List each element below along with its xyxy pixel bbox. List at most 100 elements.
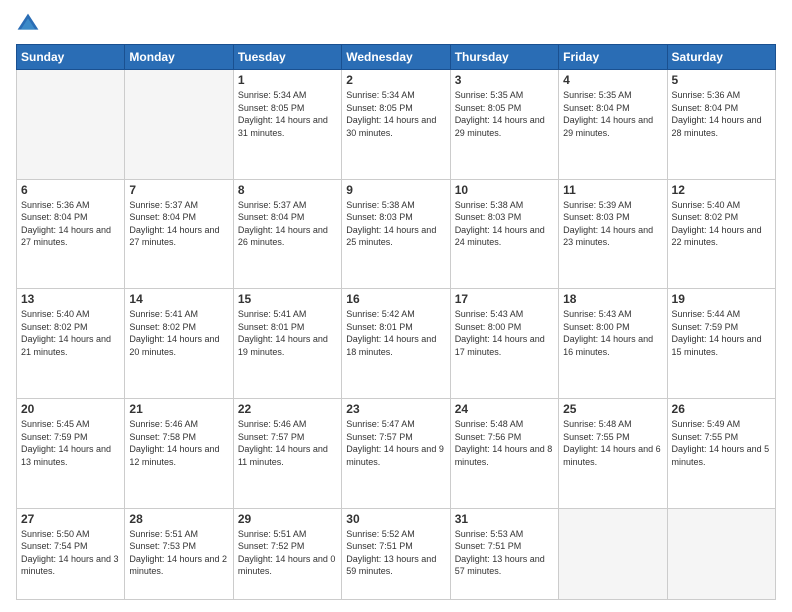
day-info: Sunrise: 5:40 AM Sunset: 8:02 PM Dayligh… <box>21 308 120 358</box>
calendar-cell: 29 Sunrise: 5:51 AM Sunset: 7:52 PM Dayli… <box>233 508 341 599</box>
day-info: Sunrise: 5:38 AM Sunset: 8:03 PM Dayligh… <box>346 199 445 249</box>
day-info: Sunrise: 5:48 AM Sunset: 7:56 PM Dayligh… <box>455 418 554 468</box>
day-number: 18 <box>563 292 662 306</box>
calendar-cell: 14 Sunrise: 5:41 AM Sunset: 8:02 PM Dayli… <box>125 289 233 399</box>
calendar-cell: 26Sunrise: 5:49 AM Sunset: 7:55 PM Dayli… <box>667 398 775 508</box>
day-info: Sunrise: 5:39 AM Sunset: 8:03 PM Dayligh… <box>563 199 662 249</box>
calendar-cell: 1 Sunrise: 5:34 AM Sunset: 8:05 PM Daylig… <box>233 70 341 180</box>
day-number: 21 <box>129 402 228 416</box>
day-info: Sunrise: 5:36 AM Sunset: 8:04 PM Dayligh… <box>672 89 771 139</box>
day-info: Sunrise: 5:50 AM Sunset: 7:54 PM Dayligh… <box>21 528 120 578</box>
calendar-cell: 19Sunrise: 5:44 AM Sunset: 7:59 PM Dayli… <box>667 289 775 399</box>
day-info: Sunrise: 5:34 AM Sunset: 8:05 PM Dayligh… <box>238 89 337 139</box>
day-info: Sunrise: 5:40 AM Sunset: 8:02 PM Dayligh… <box>672 199 771 249</box>
calendar-cell: 20 Sunrise: 5:45 AM Sunset: 7:59 PM Dayli… <box>17 398 125 508</box>
calendar-cell: 7Sunrise: 5:37 AM Sunset: 8:04 PM Daylig… <box>125 179 233 289</box>
day-info: Sunrise: 5:52 AM Sunset: 7:51 PM Dayligh… <box>346 528 445 578</box>
day-info: Sunrise: 5:47 AM Sunset: 7:57 PM Dayligh… <box>346 418 445 468</box>
page: SundayMondayTuesdayWednesdayThursdayFrid… <box>0 0 792 612</box>
day-number: 1 <box>238 73 337 87</box>
day-number: 27 <box>21 512 120 526</box>
col-header-friday: Friday <box>559 45 667 70</box>
day-info: Sunrise: 5:53 AM Sunset: 7:51 PM Dayligh… <box>455 528 554 578</box>
day-number: 17 <box>455 292 554 306</box>
day-number: 29 <box>238 512 337 526</box>
day-number: 5 <box>672 73 771 87</box>
day-number: 19 <box>672 292 771 306</box>
header-row: SundayMondayTuesdayWednesdayThursdayFrid… <box>17 45 776 70</box>
calendar-cell: 15 Sunrise: 5:41 AM Sunset: 8:01 PM Dayli… <box>233 289 341 399</box>
calendar-cell: 3 Sunrise: 5:35 AM Sunset: 8:05 PM Daylig… <box>450 70 558 180</box>
day-info: Sunrise: 5:45 AM Sunset: 7:59 PM Dayligh… <box>21 418 120 468</box>
day-number: 13 <box>21 292 120 306</box>
day-number: 3 <box>455 73 554 87</box>
day-number: 2 <box>346 73 445 87</box>
logo <box>16 12 42 36</box>
day-info: Sunrise: 5:49 AM Sunset: 7:55 PM Dayligh… <box>672 418 771 468</box>
day-info: Sunrise: 5:43 AM Sunset: 8:00 PM Dayligh… <box>563 308 662 358</box>
day-info: Sunrise: 5:43 AM Sunset: 8:00 PM Dayligh… <box>455 308 554 358</box>
calendar-cell: 16 Sunrise: 5:42 AM Sunset: 8:01 PM Dayli… <box>342 289 450 399</box>
calendar-cell: 23 Sunrise: 5:47 AM Sunset: 7:57 PM Dayli… <box>342 398 450 508</box>
col-header-sunday: Sunday <box>17 45 125 70</box>
day-info: Sunrise: 5:51 AM Sunset: 7:52 PM Dayligh… <box>238 528 337 578</box>
day-number: 10 <box>455 183 554 197</box>
col-header-monday: Monday <box>125 45 233 70</box>
calendar-cell: 17 Sunrise: 5:43 AM Sunset: 8:00 PM Dayli… <box>450 289 558 399</box>
calendar-cell: 25 Sunrise: 5:48 AM Sunset: 7:55 PM Dayli… <box>559 398 667 508</box>
day-info: Sunrise: 5:41 AM Sunset: 8:02 PM Dayligh… <box>129 308 228 358</box>
day-info: Sunrise: 5:36 AM Sunset: 8:04 PM Dayligh… <box>21 199 120 249</box>
calendar-cell <box>559 508 667 599</box>
calendar-cell: 18 Sunrise: 5:43 AM Sunset: 8:00 PM Dayli… <box>559 289 667 399</box>
col-header-saturday: Saturday <box>667 45 775 70</box>
day-number: 24 <box>455 402 554 416</box>
day-number: 30 <box>346 512 445 526</box>
calendar-cell: 2 Sunrise: 5:34 AM Sunset: 8:05 PM Daylig… <box>342 70 450 180</box>
day-number: 9 <box>346 183 445 197</box>
day-number: 23 <box>346 402 445 416</box>
header <box>16 12 776 36</box>
day-info: Sunrise: 5:35 AM Sunset: 8:04 PM Dayligh… <box>563 89 662 139</box>
calendar-cell: 21Sunrise: 5:46 AM Sunset: 7:58 PM Dayli… <box>125 398 233 508</box>
day-info: Sunrise: 5:51 AM Sunset: 7:53 PM Dayligh… <box>129 528 228 578</box>
day-number: 11 <box>563 183 662 197</box>
calendar-cell: 10 Sunrise: 5:38 AM Sunset: 8:03 PM Dayli… <box>450 179 558 289</box>
col-header-wednesday: Wednesday <box>342 45 450 70</box>
day-info: Sunrise: 5:42 AM Sunset: 8:01 PM Dayligh… <box>346 308 445 358</box>
day-number: 22 <box>238 402 337 416</box>
day-number: 28 <box>129 512 228 526</box>
day-info: Sunrise: 5:35 AM Sunset: 8:05 PM Dayligh… <box>455 89 554 139</box>
day-info: Sunrise: 5:38 AM Sunset: 8:03 PM Dayligh… <box>455 199 554 249</box>
calendar-cell <box>17 70 125 180</box>
week-row-4: 20 Sunrise: 5:45 AM Sunset: 7:59 PM Dayli… <box>17 398 776 508</box>
calendar-cell: 9 Sunrise: 5:38 AM Sunset: 8:03 PM Daylig… <box>342 179 450 289</box>
calendar-table: SundayMondayTuesdayWednesdayThursdayFrid… <box>16 44 776 600</box>
calendar-cell: 6 Sunrise: 5:36 AM Sunset: 8:04 PM Daylig… <box>17 179 125 289</box>
col-header-tuesday: Tuesday <box>233 45 341 70</box>
day-number: 31 <box>455 512 554 526</box>
day-info: Sunrise: 5:37 AM Sunset: 8:04 PM Dayligh… <box>129 199 228 249</box>
day-info: Sunrise: 5:34 AM Sunset: 8:05 PM Dayligh… <box>346 89 445 139</box>
day-number: 15 <box>238 292 337 306</box>
logo-icon <box>16 12 40 36</box>
week-row-3: 13 Sunrise: 5:40 AM Sunset: 8:02 PM Dayli… <box>17 289 776 399</box>
day-info: Sunrise: 5:41 AM Sunset: 8:01 PM Dayligh… <box>238 308 337 358</box>
day-number: 16 <box>346 292 445 306</box>
calendar-cell: 30 Sunrise: 5:52 AM Sunset: 7:51 PM Dayli… <box>342 508 450 599</box>
day-number: 12 <box>672 183 771 197</box>
week-row-5: 27 Sunrise: 5:50 AM Sunset: 7:54 PM Dayli… <box>17 508 776 599</box>
day-number: 14 <box>129 292 228 306</box>
day-number: 8 <box>238 183 337 197</box>
day-number: 20 <box>21 402 120 416</box>
calendar-cell: 27 Sunrise: 5:50 AM Sunset: 7:54 PM Dayli… <box>17 508 125 599</box>
week-row-2: 6 Sunrise: 5:36 AM Sunset: 8:04 PM Daylig… <box>17 179 776 289</box>
week-row-1: 1 Sunrise: 5:34 AM Sunset: 8:05 PM Daylig… <box>17 70 776 180</box>
day-number: 25 <box>563 402 662 416</box>
day-number: 6 <box>21 183 120 197</box>
day-info: Sunrise: 5:48 AM Sunset: 7:55 PM Dayligh… <box>563 418 662 468</box>
calendar-cell: 28 Sunrise: 5:51 AM Sunset: 7:53 PM Dayli… <box>125 508 233 599</box>
col-header-thursday: Thursday <box>450 45 558 70</box>
calendar-cell: 24 Sunrise: 5:48 AM Sunset: 7:56 PM Dayli… <box>450 398 558 508</box>
calendar-cell: 12 Sunrise: 5:40 AM Sunset: 8:02 PM Dayli… <box>667 179 775 289</box>
day-number: 4 <box>563 73 662 87</box>
